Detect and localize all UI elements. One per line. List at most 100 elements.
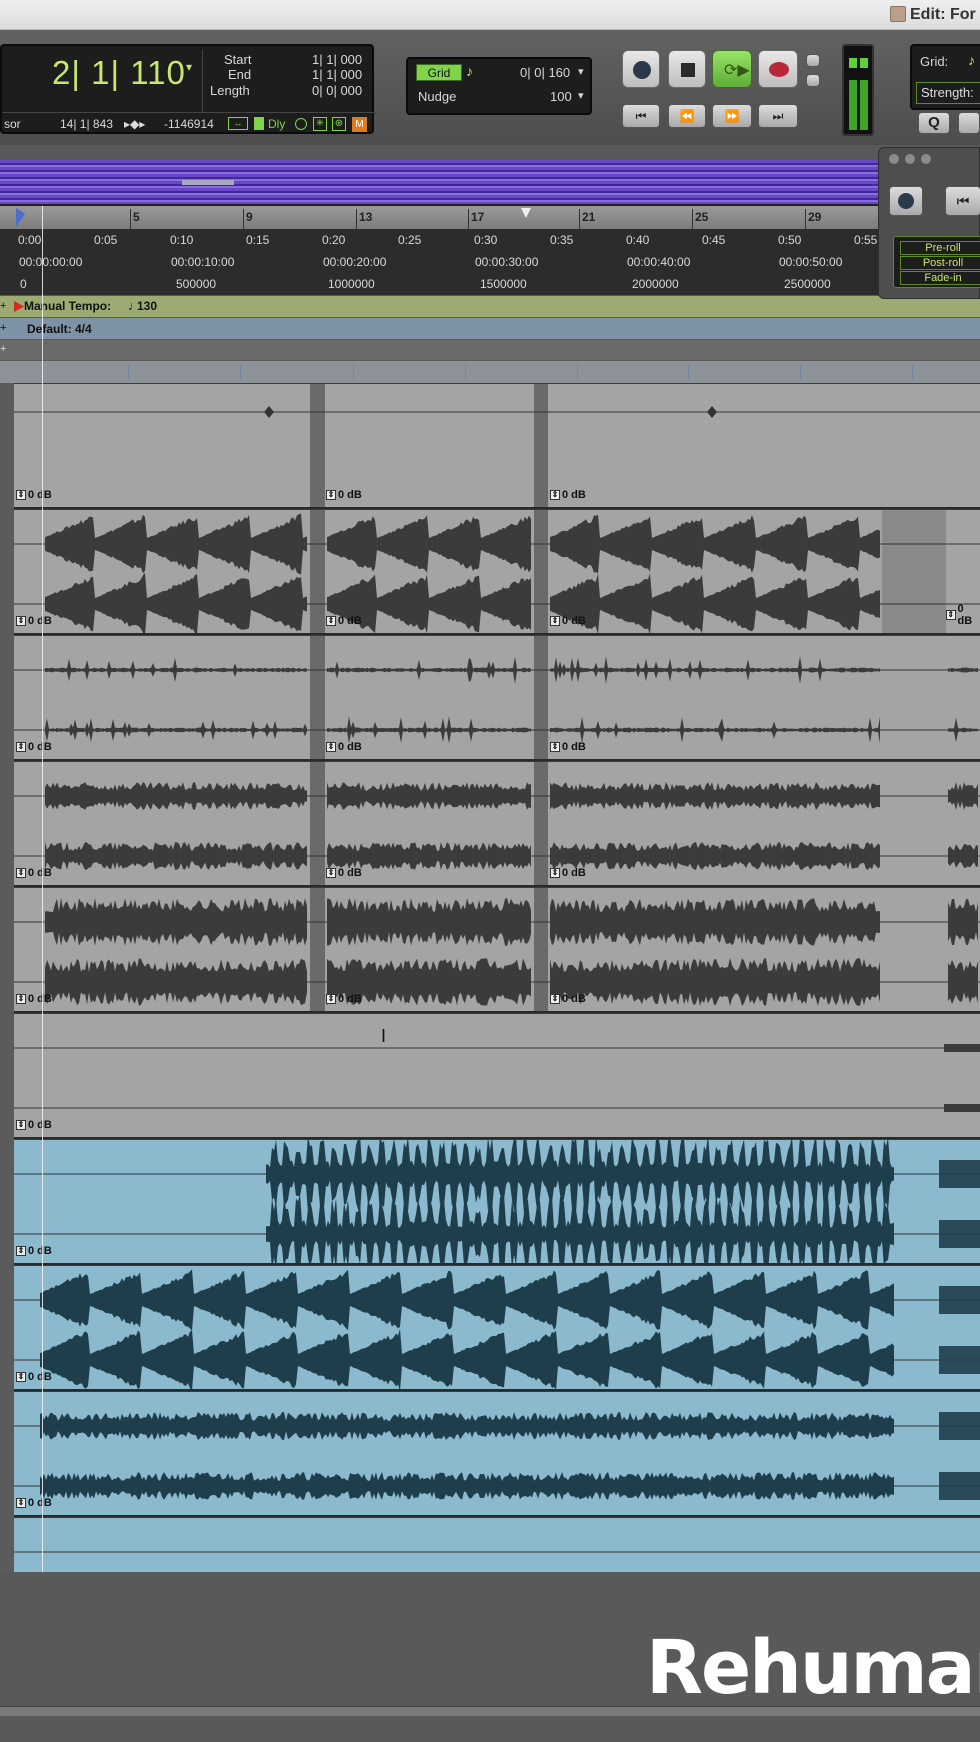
clip-gain-icon[interactable]: ⇕ xyxy=(326,490,336,500)
track-waveform[interactable] xyxy=(14,1392,980,1515)
fast-forward-button[interactable]: ⏩ xyxy=(712,104,752,128)
clip-gain-badge[interactable]: ⇕0 dB xyxy=(946,603,980,627)
delay-label[interactable]: Dly xyxy=(268,117,285,131)
audio-track[interactable]: ⇕ 0 dB ⇕ 0 dB ⇕ 0 dB xyxy=(14,761,980,887)
track-waveform[interactable] xyxy=(14,1266,980,1389)
grid-dropdown-arrow[interactable]: ▾ xyxy=(578,65,584,78)
transport-option-1[interactable] xyxy=(806,54,820,67)
clip-gain-badge[interactable]: ⇕0 dB xyxy=(326,741,362,753)
sub-counter-value[interactable]: 14| 1| 843 xyxy=(60,117,113,131)
clip-gain-icon[interactable]: ⇕ xyxy=(550,616,560,626)
audio-track[interactable]: ⇕ 0 dB ⇕ 0 dB ⇕ 0 dB xyxy=(14,887,980,1013)
close-icon[interactable] xyxy=(889,154,899,164)
audio-track[interactable]: ⇕0 dB xyxy=(14,1013,980,1139)
clip-gain-badge[interactable]: ⇕0 dB xyxy=(16,615,52,627)
clip-gain-badge[interactable]: ⇕0 dB xyxy=(326,615,362,627)
track-waveform[interactable] xyxy=(14,1014,980,1137)
audio-track[interactable]: ⇕0 dB xyxy=(14,1391,980,1517)
metronome-icon[interactable] xyxy=(295,118,307,130)
quantize-button[interactable]: Q xyxy=(918,112,950,134)
mute-button[interactable]: M xyxy=(352,117,367,132)
zoom-icon[interactable] xyxy=(921,154,931,164)
time-rulers[interactable]: 0:00 0:05 0:10 0:15 0:20 0:25 0:30 0:35 0:40 0:45… xyxy=(0,229,980,295)
clip-gain-badge[interactable]: ⇕0 dB xyxy=(16,1497,52,1509)
clip-gain-badge[interactable]: ⇕0 dB xyxy=(326,993,362,1005)
clip-gain-icon[interactable]: ⇕ xyxy=(550,742,560,752)
track-waveform[interactable] xyxy=(14,636,980,759)
add-tempo-icon[interactable]: + xyxy=(0,300,6,312)
add-marker-icon[interactable]: + xyxy=(0,343,6,355)
main-counter[interactable]: 2| 1| 110 xyxy=(52,54,186,92)
quantize-option-button[interactable] xyxy=(958,112,980,134)
track-waveform[interactable] xyxy=(14,510,980,633)
return-to-zero-button[interactable]: ⏮ xyxy=(622,104,660,128)
clip-gain-icon[interactable]: ⇕ xyxy=(326,868,336,878)
track-waveform[interactable] xyxy=(14,762,980,885)
audio-track[interactable]: ⇕0 dB xyxy=(14,1139,980,1265)
clip-gain-badge[interactable]: ⇕0 dB xyxy=(16,489,52,501)
track-waveform[interactable] xyxy=(14,1140,980,1263)
rewind-button[interactable]: ⏪ xyxy=(668,104,706,128)
clip-gain-badge[interactable]: ⇕0 dB xyxy=(16,1119,52,1131)
tempo-ruler[interactable]: + Manual Tempo: ♩ 130 xyxy=(0,296,980,317)
audio-track[interactable]: ⇕0 dB xyxy=(14,1265,980,1391)
length-value[interactable]: 0| 0| 000 xyxy=(312,83,362,98)
clip-gain-icon[interactable]: ⇕ xyxy=(16,1246,26,1256)
start-value[interactable]: 1| 1| 000 xyxy=(312,52,362,67)
playhead-marker-icon[interactable] xyxy=(16,208,25,227)
clip-gain-badge[interactable]: ⇕0 dB xyxy=(16,993,52,1005)
clip-gain-icon[interactable]: ⇕ xyxy=(16,1372,26,1382)
preroll-button[interactable]: Pre-roll xyxy=(900,241,980,255)
postroll-button[interactable]: Post-roll xyxy=(900,256,980,270)
clip-gain-icon[interactable]: ⇕ xyxy=(16,490,26,500)
online-button[interactable] xyxy=(622,50,660,88)
clip-gain-badge[interactable]: ⇕0 dB xyxy=(326,867,362,879)
grid-button[interactable]: Grid xyxy=(416,64,462,81)
settings-icon[interactable]: ✳ xyxy=(313,117,327,131)
sample-value[interactable]: -1146914 xyxy=(164,117,214,131)
track-waveform[interactable] xyxy=(14,384,980,507)
record-button[interactable] xyxy=(758,50,798,88)
counter-dropdown-arrow[interactable]: ▾ xyxy=(186,60,192,74)
clip-gain-icon[interactable]: ⇕ xyxy=(16,1498,26,1508)
track-waveform[interactable] xyxy=(14,888,980,1011)
clip-gain-icon[interactable]: ⇕ xyxy=(550,994,560,1004)
clip-gain-icon[interactable]: ⇕ xyxy=(16,994,26,1004)
transport-option-2[interactable] xyxy=(806,74,820,87)
clip-gain-badge[interactable]: ⇕0 dB xyxy=(16,867,52,879)
audio-track[interactable]: ⇕ 0 dB ⇕ 0 dB ⇕ 0 dB xyxy=(14,383,980,509)
horizontal-scrollbar[interactable] xyxy=(0,1706,980,1716)
fadein-button[interactable]: Fade-in xyxy=(900,271,980,285)
play-button[interactable]: ⟳▶ xyxy=(712,50,752,88)
go-to-end-button[interactable]: ⏭ xyxy=(758,104,798,128)
clip-gain-badge[interactable]: ⇕0 dB xyxy=(16,741,52,753)
clip-gain-badge[interactable]: ⇕0 dB xyxy=(16,1371,52,1383)
tempo-marker[interactable] xyxy=(14,301,24,312)
float-online-button[interactable] xyxy=(889,186,923,216)
clip-gain-badge[interactable]: ⇕0 dB xyxy=(16,1245,52,1257)
midi-icon[interactable] xyxy=(254,117,264,130)
clip-gain-icon[interactable]: ⇕ xyxy=(16,868,26,878)
clip-gain-badge[interactable]: ⇕0 dB xyxy=(550,489,586,501)
quantize-note-icon[interactable]: ♪ xyxy=(968,52,975,68)
clip-gain-icon[interactable]: ⇕ xyxy=(326,742,336,752)
clip-gain-icon[interactable]: ⇕ xyxy=(16,616,26,626)
end-value[interactable]: 1| 1| 000 xyxy=(312,67,362,82)
bars-ruler[interactable]: 5 9 13 17 21 25 29 xyxy=(0,206,980,229)
overview-handle[interactable] xyxy=(182,180,234,185)
nudge-dropdown-arrow[interactable]: ▾ xyxy=(578,89,584,102)
add-meter-icon[interactable]: + xyxy=(0,322,6,334)
clip-gain-badge[interactable]: ⇕0 dB xyxy=(550,615,586,627)
clip-gain-icon[interactable]: ⇕ xyxy=(550,868,560,878)
audio-track[interactable]: ⇕ 0 dB ⇕ 0 dB ⇕ 0 dB xyxy=(14,635,980,761)
float-rtz-button[interactable]: ⏮ xyxy=(945,186,980,216)
clip-gain-icon[interactable]: ⇕ xyxy=(16,1120,26,1130)
meter-ruler[interactable]: + Default: 4/4 xyxy=(0,318,980,339)
clip-gain-badge[interactable]: ⇕0 dB xyxy=(550,867,586,879)
session-overview-strip[interactable] xyxy=(0,160,880,204)
selection-end-marker[interactable] xyxy=(521,208,531,218)
grid-value[interactable]: 0| 0| 160 xyxy=(520,65,570,80)
clip-gain-icon[interactable]: ⇕ xyxy=(326,994,336,1004)
clip-gain-icon[interactable]: ⇕ xyxy=(16,742,26,752)
markers-ruler[interactable]: + xyxy=(0,340,980,360)
